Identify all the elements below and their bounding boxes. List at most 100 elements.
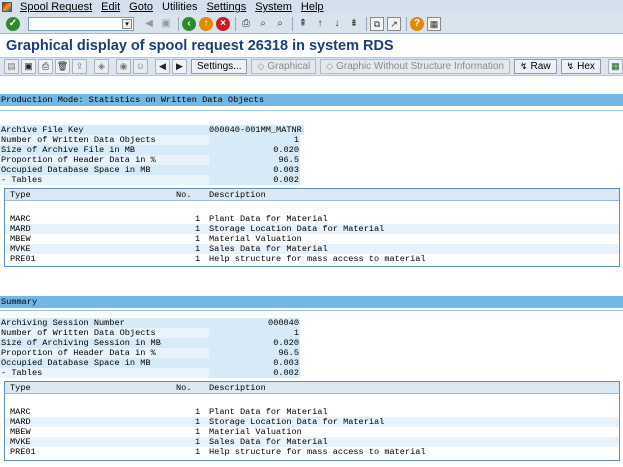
find-next-icon[interactable]: ⌕ [273,17,287,31]
section-header: Summary [0,296,623,308]
recipient-icon[interactable]: ☺ [133,59,148,74]
toolbar-separator [178,16,179,31]
first-page-icon[interactable]: ⇞ [296,17,310,31]
exit-icon[interactable]: ↑ [199,16,213,31]
menu-utilities[interactable]: Utilities [162,1,197,13]
cell-type: PRE01 [10,254,36,264]
field-value: 0.002 [209,175,300,185]
cell-type: MARC [10,407,31,417]
back-arrow-icon[interactable]: ◀ [142,17,156,31]
raw-button[interactable]: ↯ Raw [513,59,557,74]
cell-description: Help structure for mass access to materi… [209,254,426,264]
section-divider [0,110,623,111]
menu-edit[interactable]: Edit [101,1,120,13]
column-header-description: Description [209,383,266,393]
application-toolbar: ▤ ▣ ⎙ 🗑 ⇪ ◈ ◉ ☺ ◀ ▶ Settings... ◇ Graphic… [0,57,623,76]
display-icon[interactable]: ▤ [4,59,19,74]
cell-description: Plant Data for Material [209,407,328,417]
cell-no: 1 [195,244,201,254]
next-page-icon[interactable]: ↓ [330,17,344,31]
table-row: MBEW 1 Material Valuation [5,234,619,244]
menu-spool-request[interactable]: Spool Request [20,1,92,13]
cell-description: Help structure for mass access to materi… [209,447,426,457]
menu-system[interactable]: System [255,1,292,13]
cell-no: 1 [195,234,201,244]
field-label: Number of Written Data Objects [1,135,156,145]
menu-goto[interactable]: Goto [129,1,153,13]
field-value: 0.020 [209,338,300,348]
next-page-button-icon[interactable]: ▶ [172,59,187,74]
cell-no: 1 [195,437,201,447]
cell-type: MARD [10,224,31,234]
graphical-icon: ◇ [257,61,265,71]
column-header-type: Type [10,383,31,393]
page-title: Graphical display of spool request 26318… [6,38,394,54]
hex-label: Hex [577,61,595,72]
table-row: MARD 1 Storage Location Data for Materia… [5,417,619,427]
previous-page-button-icon[interactable]: ◀ [155,59,170,74]
graphical-button[interactable]: ◇ Graphical [251,59,317,74]
shortcut-icon[interactable]: ↗ [387,16,401,31]
last-page-icon[interactable]: ⇟ [347,17,361,31]
field-label: Proportion of Header Data in % [1,348,156,358]
menu-bar: Spool Request Edit Goto Utilities Settin… [0,0,623,14]
find-icon[interactable]: ⌕ [256,17,270,31]
enter-icon[interactable]: ✓ [6,16,20,31]
output-control-icon[interactable]: ◉ [116,59,131,74]
field-row: Number of Written Data Objects 1 [0,135,623,145]
graphic-without-structure-button[interactable]: ◇ Graphic Without Structure Information [320,59,510,74]
command-input[interactable] [29,18,121,30]
toolbar-separator [235,16,236,31]
print-icon[interactable]: ⎙ [239,17,253,31]
table-row: MARC 1 Plant Data for Material [5,214,619,224]
field-label: - Tables [1,368,43,378]
cell-type: MARD [10,417,31,427]
cancel-icon[interactable]: × [216,16,230,31]
field-value: 96.5 [209,348,300,358]
hex-button[interactable]: ↯ Hex [560,59,601,74]
cell-description: Storage Location Data for Material [209,224,385,234]
toolbar-separator [366,16,367,31]
export-icon[interactable]: ▦ [607,59,623,74]
toolbar-separator [292,16,293,31]
print-spool-icon[interactable]: ⎙ [38,59,53,74]
download-icon[interactable]: ▣ [21,59,36,74]
table-header: Type No. Description [5,189,619,201]
back-icon[interactable]: ‹ [182,16,196,31]
cell-no: 1 [195,447,201,457]
field-label: Archive File Key [1,125,84,135]
field-value: 1 [209,328,300,338]
layout-icon[interactable]: ▦ [427,16,441,31]
cell-type: MVKE [10,437,31,447]
menu-help[interactable]: Help [301,1,324,13]
command-history-dropdown-icon[interactable]: ▾ [122,18,132,29]
section-divider [0,310,623,311]
raw-label: Raw [530,61,551,72]
command-field[interactable]: ▾ [28,16,134,31]
upload-icon[interactable]: ⇪ [72,59,87,74]
table-row: MVKE 1 Sales Data for Material [5,437,619,447]
settings-button[interactable]: Settings... [191,59,248,74]
column-header-description: Description [209,190,266,200]
previous-page-icon[interactable]: ↑ [313,17,327,31]
cell-no: 1 [195,214,201,224]
field-value: 000040 [209,318,300,328]
table-row: MARD 1 Storage Location Data for Materia… [5,224,619,234]
hex-icon: ↯ [566,61,575,71]
table-row: PRE01 1 Help structure for mass access t… [5,254,619,264]
create-session-icon[interactable]: ⧉ [370,16,384,31]
delete-icon[interactable]: 🗑 [55,59,70,74]
help-icon[interactable]: ? [410,16,424,31]
menu-settings[interactable]: Settings [206,1,246,13]
attributes-icon[interactable]: ◈ [94,59,109,74]
spool-content: Production Mode: Statistics on Written D… [0,77,623,467]
field-row: - Tables 0.002 [0,175,623,185]
field-value: 000040-001MM_MATNR [209,125,304,135]
save-icon[interactable]: ▣ [159,17,173,31]
cell-type: PRE01 [10,447,36,457]
table-row: MBEW 1 Material Valuation [5,427,619,437]
cell-type: MARC [10,214,31,224]
system-menu-icon[interactable] [2,2,12,12]
objects-table: Type No. Description MARC 1 Plant Data f… [4,188,620,267]
cell-no: 1 [195,254,201,264]
